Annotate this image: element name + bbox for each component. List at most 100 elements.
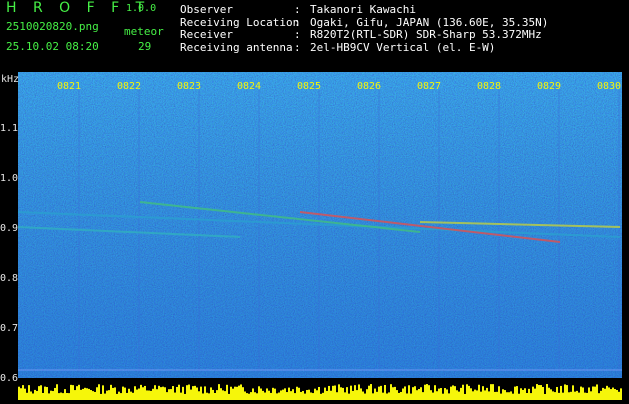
level-bar — [456, 390, 458, 400]
level-bar — [74, 390, 76, 400]
level-bar — [84, 387, 86, 400]
level-bar — [478, 384, 480, 400]
level-bar — [58, 393, 60, 400]
level-bar — [584, 392, 586, 400]
level-bar — [120, 393, 122, 400]
level-bar — [524, 388, 526, 400]
level-bar — [78, 384, 80, 400]
level-bar — [18, 386, 20, 400]
level-bar — [476, 390, 478, 400]
level-bar — [44, 386, 46, 400]
level-bar — [316, 390, 318, 400]
level-bar — [146, 390, 148, 400]
level-bar — [130, 391, 132, 400]
level-bar — [326, 390, 328, 400]
level-bar — [376, 391, 378, 400]
level-bar — [428, 385, 430, 400]
level-bar — [600, 390, 602, 400]
level-bar — [102, 385, 104, 400]
time-tick-label: 0826 — [357, 81, 382, 92]
level-bar — [48, 393, 50, 400]
level-bar — [194, 385, 196, 400]
level-bar — [450, 386, 452, 400]
level-bar — [140, 384, 142, 400]
level-bar — [30, 391, 32, 400]
level-bar — [152, 388, 154, 400]
y-tick-label: 0.8 — [0, 273, 19, 284]
level-bar — [508, 392, 510, 400]
level-bar — [154, 385, 156, 400]
level-bar — [368, 385, 370, 400]
y-tick-label: 1.1 — [0, 123, 19, 134]
level-bar — [594, 386, 596, 400]
level-bar — [318, 386, 320, 400]
level-bar — [514, 386, 516, 400]
level-bar — [180, 392, 182, 400]
level-bar — [568, 392, 570, 400]
level-bar — [254, 392, 256, 400]
level-bar — [606, 385, 608, 400]
level-bar — [408, 385, 410, 400]
level-bar — [54, 387, 56, 400]
level-bar — [488, 391, 490, 400]
level-bar — [272, 387, 274, 400]
level-bar — [558, 392, 560, 400]
y-tick-label: 0.9 — [0, 223, 19, 234]
time-tick-label: 0830 — [597, 81, 622, 92]
level-bar — [420, 387, 422, 400]
time-tick-label: 0821 — [57, 81, 82, 92]
level-bar — [430, 390, 432, 400]
level-bar — [414, 386, 416, 400]
level-bar — [112, 387, 114, 400]
level-bar — [526, 393, 528, 400]
level-bar — [544, 393, 546, 400]
level-bar — [64, 389, 66, 400]
level-bar — [298, 387, 300, 400]
level-bar — [222, 390, 224, 400]
level-bar — [268, 390, 270, 400]
level-bar — [434, 385, 436, 400]
level-bar — [108, 390, 110, 400]
level-bar — [484, 390, 486, 400]
level-bar — [116, 393, 118, 400]
level-bar — [50, 390, 52, 400]
level-bar — [500, 393, 502, 400]
meteor-label: meteor — [124, 25, 164, 38]
level-bar — [570, 391, 572, 400]
level-bar — [68, 393, 70, 400]
level-bar — [572, 385, 574, 400]
level-bar — [114, 387, 116, 400]
level-bar — [94, 391, 96, 400]
y-axis-unit: kHz — [1, 74, 20, 85]
level-bar — [522, 389, 524, 400]
level-bar — [320, 393, 322, 400]
level-bar — [60, 392, 62, 400]
level-bar — [278, 392, 280, 400]
level-bar — [324, 387, 326, 400]
level-bar — [40, 385, 42, 400]
level-bar — [350, 385, 352, 400]
level-bar — [234, 386, 236, 400]
level-bar — [34, 389, 36, 400]
level-bar — [358, 384, 360, 400]
level-bar — [106, 390, 108, 400]
level-bar — [226, 384, 228, 400]
level-bar — [66, 392, 68, 400]
level-bar — [436, 391, 438, 400]
level-bar — [206, 392, 208, 400]
level-bar — [396, 390, 398, 400]
level-bar — [490, 384, 492, 400]
level-bar — [314, 388, 316, 400]
level-bar — [264, 392, 266, 400]
level-bar — [340, 387, 342, 400]
level-bar — [534, 388, 536, 400]
level-bar — [128, 388, 130, 400]
level-bar — [42, 392, 44, 400]
level-bar — [388, 392, 390, 400]
y-tick-label: 0.6 — [0, 373, 19, 384]
level-bar — [300, 391, 302, 400]
level-bar — [258, 386, 260, 400]
file-name: 2510020820.png — [6, 20, 99, 33]
info-key: Receiving antenna — [180, 40, 293, 54]
level-bar — [578, 392, 580, 400]
